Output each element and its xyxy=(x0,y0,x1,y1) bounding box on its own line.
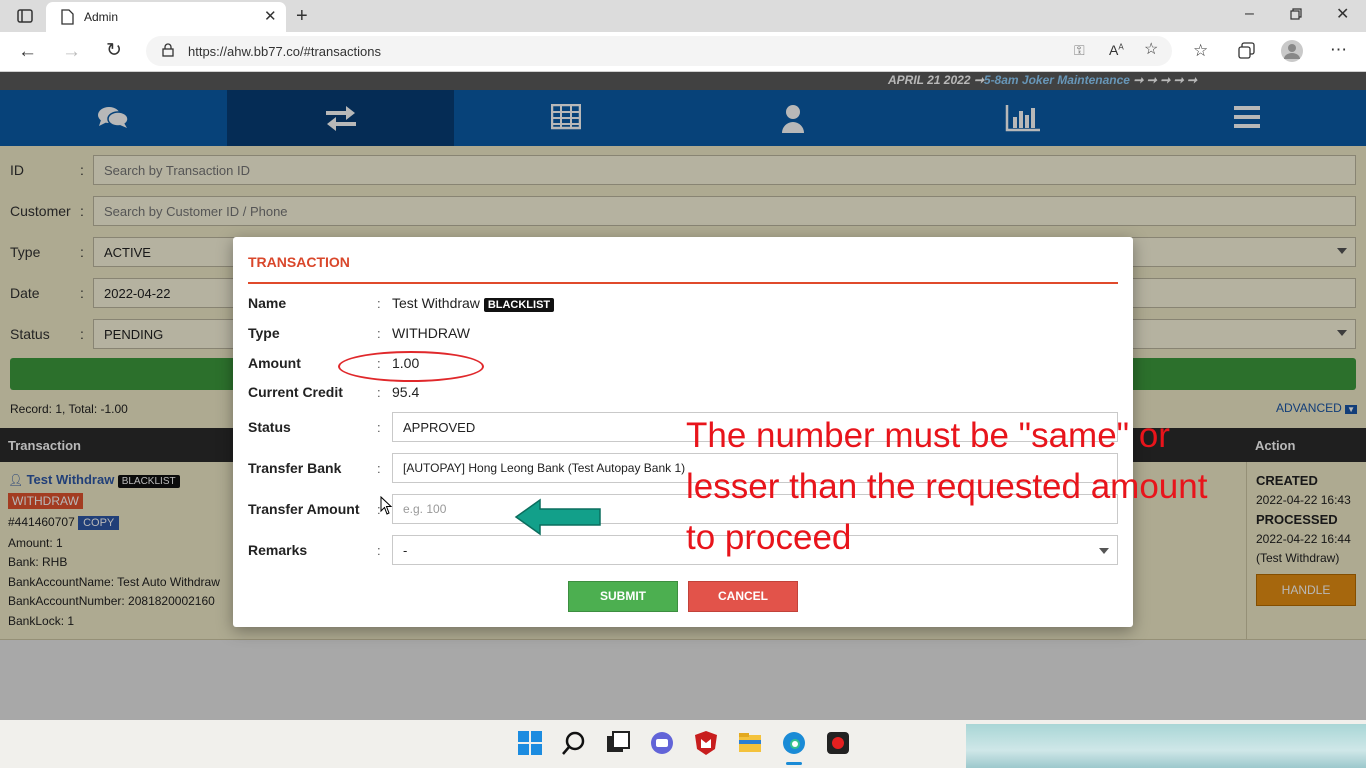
key-icon[interactable]: ⚿ xyxy=(1074,43,1085,57)
name-value-line: Test Withdraw BLACKLIST xyxy=(392,295,555,312)
type-value: WITHDRAW xyxy=(392,325,471,341)
annotation-line-2: lesser than the requested amount xyxy=(686,467,1208,506)
desktop-wallpaper xyxy=(966,724,1366,768)
browser-tab[interactable]: Admin ✕ xyxy=(46,2,286,32)
browser-tab-bar: Admin ✕ + – ✕ xyxy=(0,0,1366,32)
back-icon[interactable]: ← xyxy=(18,42,37,61)
task-view-icon[interactable] xyxy=(605,730,631,756)
restore-icon[interactable] xyxy=(1290,8,1302,24)
collections-icon[interactable] xyxy=(1238,42,1255,63)
current-credit-label: Current Credit xyxy=(248,384,343,400)
remarks-label: Remarks xyxy=(248,542,308,558)
read-aloud-icon[interactable]: AA xyxy=(1109,43,1124,57)
pointer-arrow-icon xyxy=(514,498,601,536)
active-app-indicator xyxy=(786,762,802,765)
minimize-icon[interactable]: – xyxy=(1245,6,1254,22)
url-field[interactable]: https://ahw.bb77.co/#transactions ⚿ AA ☆ xyxy=(146,36,1172,66)
search-icon[interactable] xyxy=(561,730,587,756)
address-bar: ← → ↻ https://ahw.bb77.co/#transactions … xyxy=(0,32,1366,72)
name-label: Name xyxy=(248,295,287,311)
forward-icon[interactable]: → xyxy=(62,42,81,61)
windows-start-icon[interactable] xyxy=(517,730,543,756)
remarks-value: - xyxy=(403,543,408,558)
lock-icon[interactable] xyxy=(162,43,174,61)
modal-title: TRANSACTION xyxy=(248,254,350,270)
windows-taskbar xyxy=(0,720,1366,768)
blacklist-badge: BLACKLIST xyxy=(483,298,555,312)
current-credit-value: 95.4 xyxy=(392,384,420,400)
favorites-icon[interactable]: ☆ xyxy=(1193,42,1208,59)
amount-label: Amount xyxy=(248,355,301,371)
submit-button[interactable]: SUBMIT xyxy=(568,581,678,612)
screen-recorder-icon[interactable] xyxy=(825,730,851,756)
more-icon[interactable]: ⋯ xyxy=(1330,41,1347,58)
annotation-text: The number must be "same" or lesser than… xyxy=(686,410,1266,563)
transfer-bank-label: Transfer Bank xyxy=(248,460,342,476)
edge-browser-icon[interactable] xyxy=(781,730,807,756)
colon: : xyxy=(377,461,381,476)
new-tab-icon[interactable]: + xyxy=(296,6,308,26)
close-tab-icon[interactable]: ✕ xyxy=(264,9,277,24)
profile-icon[interactable] xyxy=(1281,40,1303,66)
cancel-button[interactable]: CANCEL xyxy=(688,581,798,612)
refresh-icon[interactable]: ↻ xyxy=(106,41,122,60)
colon: : xyxy=(377,543,381,558)
colon: : xyxy=(377,420,381,435)
mouse-cursor-icon xyxy=(380,496,393,515)
colon: : xyxy=(377,326,381,341)
sidebar-toggle-icon[interactable] xyxy=(17,8,33,28)
name-value: Test Withdraw xyxy=(392,295,480,311)
annotation-line-3: to proceed xyxy=(686,518,852,557)
tab-title: Admin xyxy=(84,10,119,24)
transfer-amount-label: Transfer Amount xyxy=(248,501,360,517)
chat-app-icon[interactable] xyxy=(649,730,675,756)
title-divider xyxy=(248,282,1118,284)
colon: : xyxy=(377,385,381,400)
url-text: https://ahw.bb77.co/#transactions xyxy=(188,44,381,59)
type-label: Type xyxy=(248,325,280,341)
page-icon xyxy=(60,9,74,29)
mcafee-icon[interactable] xyxy=(693,730,719,756)
close-window-icon[interactable]: ✕ xyxy=(1336,7,1349,23)
file-explorer-icon[interactable] xyxy=(737,730,763,756)
annotation-line-1: The number must be "same" or xyxy=(686,416,1170,455)
status-label: Status xyxy=(248,419,291,435)
colon: : xyxy=(377,296,381,311)
highlight-ellipse xyxy=(338,351,484,382)
add-favorite-icon[interactable]: ☆ xyxy=(1144,42,1158,58)
